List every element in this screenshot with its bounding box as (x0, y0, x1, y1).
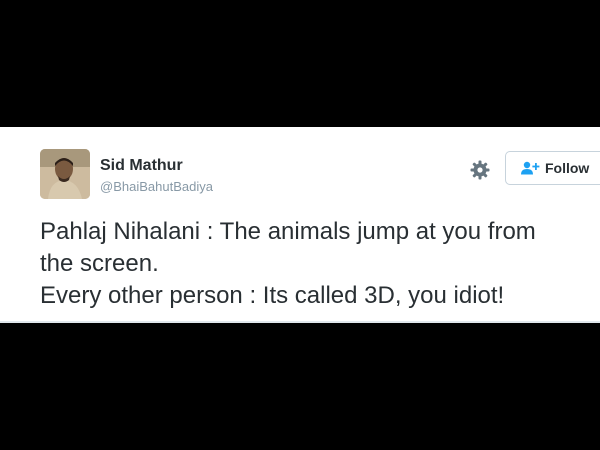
user-handle[interactable]: @BhaiBahutBadiya (100, 179, 213, 194)
tweet-text-line: Pahlaj Nihalani : The animals jump at yo… (40, 218, 536, 245)
tweet-card: Sid Mathur @BhaiBahutBadiya Follow Pahla… (0, 127, 600, 323)
avatar[interactable] (40, 149, 90, 199)
tweet-divider (0, 321, 600, 323)
user-avatar-photo-icon (40, 149, 90, 199)
follow-button[interactable]: Follow (505, 151, 600, 185)
user-display-name[interactable]: Sid Mathur (100, 157, 183, 175)
tweet-text-line: Every other person : Its called 3D, you … (40, 282, 505, 309)
tweet-text-line: the screen. (40, 250, 159, 277)
tweet-text: Pahlaj Nihalani : The animals jump at yo… (40, 216, 590, 312)
follow-button-label: Follow (545, 160, 590, 176)
gear-icon[interactable] (470, 160, 490, 180)
add-user-icon (520, 161, 540, 175)
